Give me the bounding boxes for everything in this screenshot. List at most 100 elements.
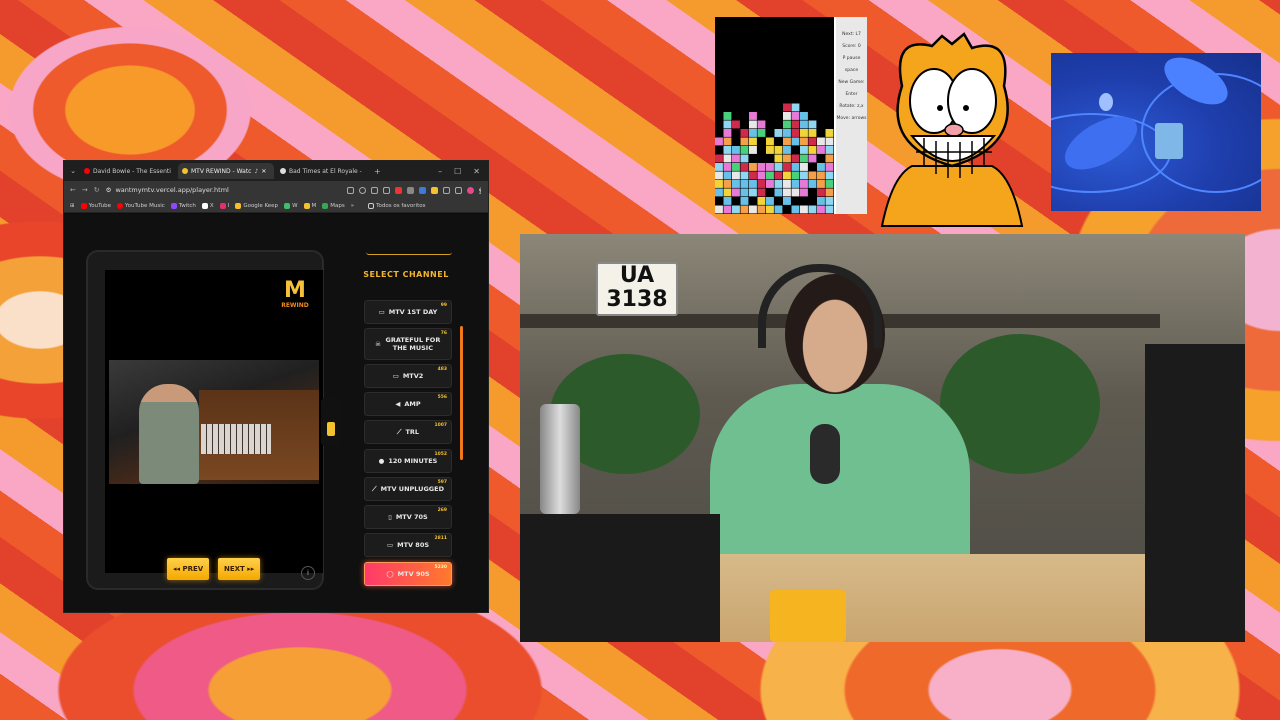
record-icon: ●	[378, 457, 385, 465]
spongebob-figure	[1155, 123, 1183, 159]
minimize-icon[interactable]: –	[438, 167, 442, 176]
tv-icon: ▭	[392, 372, 399, 380]
hide-icon[interactable]	[371, 186, 378, 194]
bookmark-maps[interactable]: Maps	[322, 202, 345, 209]
extensions-puzzle-icon[interactable]	[443, 186, 450, 194]
tetris-block	[766, 205, 774, 214]
tetris-block	[749, 205, 757, 214]
close-window-icon[interactable]: ✕	[473, 167, 480, 176]
bookmarks-more-icon[interactable]: »	[351, 203, 354, 209]
tetris-block	[808, 120, 817, 129]
tv-player: M REWIND ◂◂ PREV NEXT ▸▸ i	[86, 250, 341, 590]
apps-grid-icon[interactable]: ⊞	[70, 203, 75, 209]
site-info-icon[interactable]: ⚙	[106, 186, 112, 194]
tetris-block	[766, 171, 774, 180]
new-tab-button[interactable]: +	[374, 167, 381, 176]
tetris-block	[740, 154, 749, 163]
tetris-block	[774, 163, 783, 171]
tetris-block	[757, 205, 766, 214]
tetris-block	[749, 137, 757, 146]
tab-mtv-rewind[interactable]: MTV REWIND - Watc ♪ ✕	[178, 163, 274, 179]
tab-close-icon[interactable]: ✕	[261, 168, 266, 175]
channel-120-minutes[interactable]: ● 120 MINUTES 1052	[364, 449, 452, 473]
tetris-block	[749, 120, 757, 129]
tetris-game: Next: L7 Score: 0 P pause space New Game…	[715, 17, 867, 214]
tetris-block	[774, 180, 783, 188]
youtube-icon	[80, 202, 87, 209]
address-bar[interactable]: ⚙ wantmymtv.vercel.app/player.html	[106, 186, 341, 194]
tetris-block	[757, 180, 766, 188]
extension-gray-icon[interactable]	[407, 186, 414, 194]
bookmark-youtube[interactable]: YouTube	[80, 202, 111, 209]
tetris-block	[825, 197, 834, 205]
tetris-block	[783, 120, 791, 129]
channel-grateful-for-the-music[interactable]: ☠ GRATEFUL FOR THE MUSIC 76	[364, 328, 452, 360]
profile-avatar-icon[interactable]	[467, 186, 474, 194]
bookmark-m[interactable]: M	[303, 202, 316, 209]
tetris-block	[783, 188, 791, 197]
tetris-block	[749, 188, 757, 197]
tetris-block	[808, 137, 817, 146]
channel-mtv-80s[interactable]: ▭ MTV 80S 2811	[364, 533, 452, 557]
tetris-block	[740, 171, 749, 180]
extension-yellow-icon[interactable]	[431, 186, 438, 194]
webcam-feed: UA 3138	[520, 234, 1245, 642]
tab-bad-times[interactable]: Bad Times at El Royale -	[276, 163, 372, 179]
tetris-block	[749, 163, 757, 171]
channel-scrollbar[interactable]	[460, 326, 463, 460]
bookmark-twitch[interactable]: Twitch	[170, 202, 196, 209]
tetris-block	[791, 171, 800, 180]
bookmark-youtube-music[interactable]: YouTube Music	[116, 202, 165, 209]
all-bookmarks-folder[interactable]: Todos os favoritos	[368, 202, 425, 209]
audio-icon: ♪	[254, 167, 259, 175]
tetris-block	[800, 120, 808, 129]
tetris-block	[732, 154, 740, 163]
channel-mtv2[interactable]: ▭ MTV2 483	[364, 364, 452, 388]
menu-kebab-icon[interactable]	[479, 186, 482, 194]
volume-knob[interactable]	[327, 422, 335, 436]
maps-icon	[322, 202, 329, 209]
bookmark-star-icon[interactable]	[383, 186, 390, 194]
tetris-well[interactable]	[715, 17, 834, 214]
reload-icon[interactable]: ↻	[94, 186, 100, 194]
tetris-block	[800, 180, 808, 188]
extension-red-icon[interactable]	[395, 186, 402, 194]
zoom-icon[interactable]	[359, 186, 366, 194]
back-icon[interactable]: ←	[70, 186, 76, 194]
channel-mtv-unplugged[interactable]: ⟋ MTV UNPLUGGED 597	[364, 477, 452, 501]
tetris-block	[800, 112, 808, 120]
channel-mtv-90s[interactable]: ◯ MTV 90S 5230	[364, 562, 452, 586]
tetris-block	[732, 146, 740, 154]
sidebar-icon[interactable]	[455, 186, 462, 194]
tetris-block	[800, 146, 808, 154]
tetris-block	[723, 188, 732, 197]
tetris-block	[766, 137, 774, 146]
info-button[interactable]: i	[301, 566, 315, 580]
forward-icon[interactable]: →	[82, 186, 88, 194]
tetris-block	[825, 154, 834, 163]
channel-trl[interactable]: ⟋ TRL 1007	[364, 420, 452, 444]
tetris-side-panel: Next: L7 Score: 0 P pause space New Game…	[836, 17, 867, 214]
tetris-block	[740, 205, 749, 214]
tetris-block	[715, 163, 723, 171]
tetris-block	[732, 205, 740, 214]
tetris-block	[800, 171, 808, 180]
install-icon[interactable]	[347, 186, 354, 194]
channel-amp[interactable]: ◀ AMP 556	[364, 392, 452, 416]
channel-mtv-70s[interactable]: ▯ MTV 70S 269	[364, 505, 452, 529]
bookmark-google-keep[interactable]: Google Keep	[235, 202, 278, 209]
channel-mtv-1st-day[interactable]: ▭ MTV 1ST DAY 99	[364, 300, 452, 324]
video-frame[interactable]	[109, 360, 319, 484]
tetris-block	[715, 171, 723, 180]
tetris-block	[825, 163, 834, 171]
volume-slider[interactable]	[321, 398, 341, 446]
prev-button[interactable]: ◂◂ PREV	[167, 558, 210, 580]
tab-david-bowie[interactable]: David Bowie - The Essenti	[80, 163, 176, 179]
next-button[interactable]: NEXT ▸▸	[218, 558, 261, 580]
extension-blue-icon[interactable]	[419, 186, 426, 194]
bookmark-w[interactable]: W	[284, 202, 298, 209]
maximize-icon[interactable]: ☐	[454, 167, 461, 176]
bookmark-x[interactable]: X	[201, 202, 214, 209]
tab-search-icon[interactable]: ⌄	[68, 167, 78, 175]
bookmark-instagram[interactable]: I	[219, 202, 229, 209]
